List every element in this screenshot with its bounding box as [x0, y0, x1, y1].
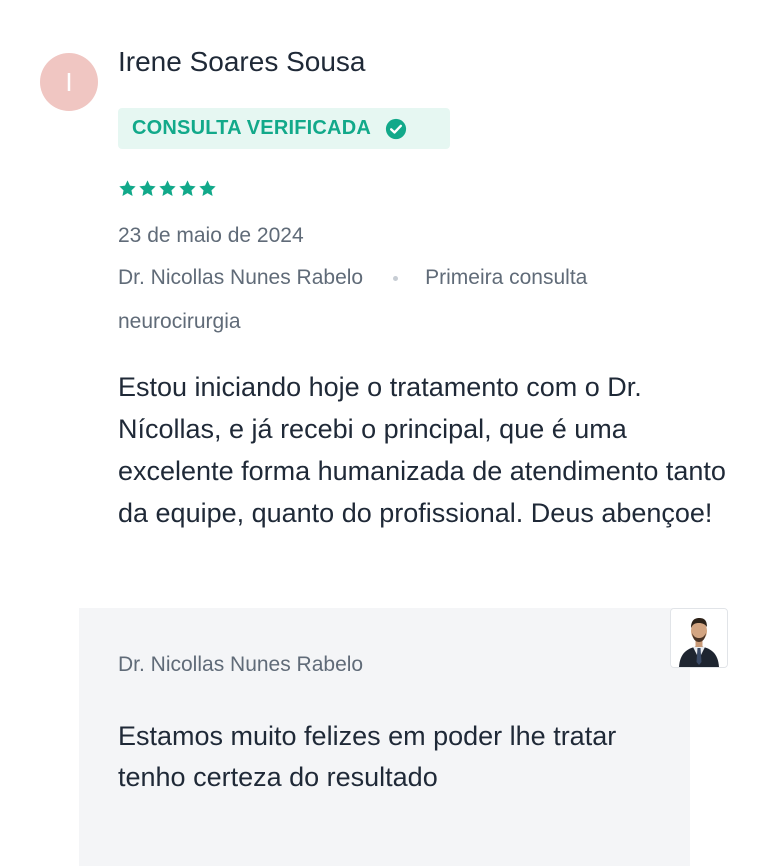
specialty: neurocirurgia	[118, 310, 241, 333]
doctor-link[interactable]: Dr. Nicollas Nunes Rabelo	[118, 266, 363, 290]
review-date: 23 de maio de 2024	[118, 224, 304, 247]
visit-type: Primeira consulta	[425, 266, 588, 289]
star-icon	[159, 180, 176, 196]
doctor-avatar	[670, 608, 728, 668]
reply-author: Dr. Nicollas Nunes Rabelo	[118, 653, 364, 676]
verified-badge-label: CONSULTA VERIFICADA	[132, 117, 371, 139]
verified-badge: CONSULTA VERIFICADA	[118, 108, 450, 149]
reviewer-avatar: I	[40, 53, 98, 111]
doctor-photo-image	[671, 609, 727, 667]
star-rating	[118, 179, 217, 198]
doctor-reply: Dr. Nicollas Nunes Rabelo Estamos muito …	[79, 608, 690, 866]
star-icon	[139, 180, 156, 196]
reply-text: Estamos muito felizes em poder lhe trata…	[118, 721, 617, 792]
separator-dot	[393, 275, 399, 281]
reviewer-name: Irene Soares Sousa	[118, 46, 366, 77]
star-icon	[119, 180, 136, 196]
review-meta: Dr. Nicollas Nunes Rabelo Primeira consu…	[118, 266, 587, 290]
review-text: Estou iniciando hoje o tratamento com o …	[118, 372, 726, 528]
check-circle-icon	[385, 118, 407, 139]
star-icon	[179, 180, 196, 196]
reviewer-initial: I	[65, 66, 73, 97]
star-icon	[199, 180, 216, 196]
review-card: I Irene Soares Sousa CONSULTA VERIFICADA…	[0, 0, 768, 866]
